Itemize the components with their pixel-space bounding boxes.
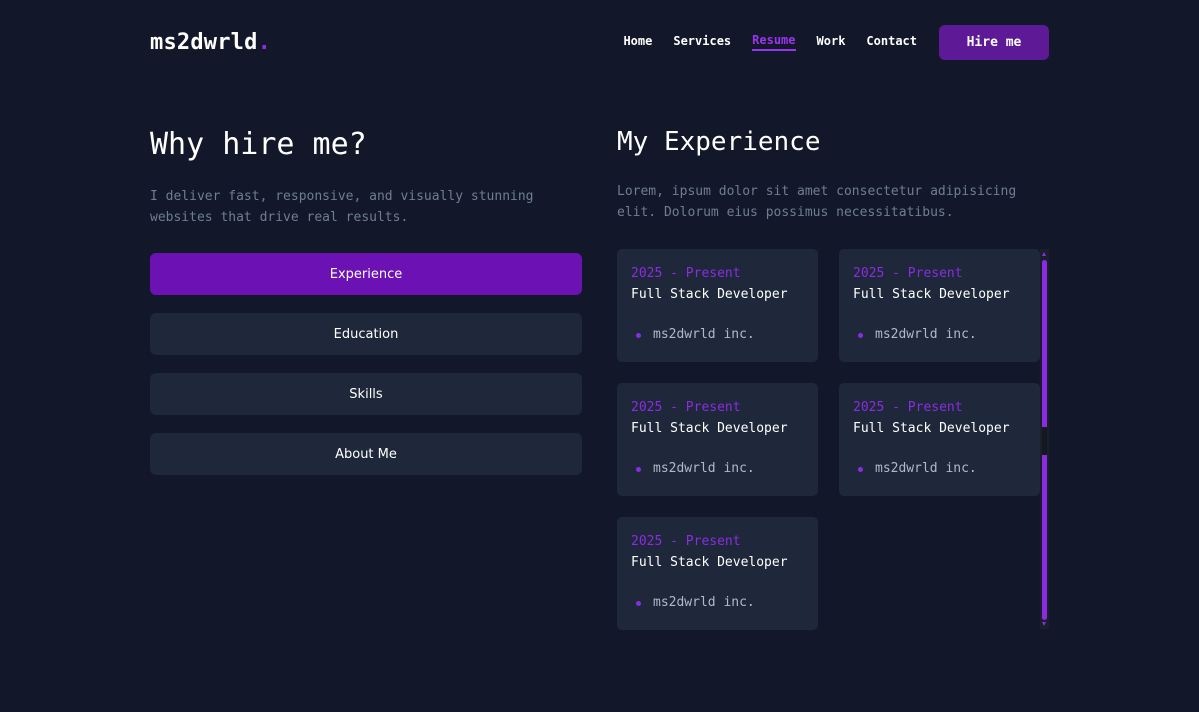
experience-card: 2025 - Present Full Stack Developer ms2d…	[839, 383, 1040, 496]
card-role: Full Stack Developer	[853, 421, 1010, 436]
tab-about-me[interactable]: About Me	[150, 433, 582, 475]
company-name: ms2dwrld inc.	[875, 327, 977, 342]
nav-services[interactable]: Services	[673, 34, 731, 50]
card-role: Full Stack Developer	[631, 287, 788, 302]
card-date: 2025 - Present	[853, 400, 963, 415]
bullet-icon	[858, 333, 863, 338]
card-company: ms2dwrld inc.	[631, 461, 804, 476]
bullet-icon	[636, 333, 641, 338]
tab-skills[interactable]: Skills	[150, 373, 582, 415]
card-date: 2025 - Present	[631, 400, 741, 415]
section-title: Why hire me?	[150, 127, 367, 162]
hire-me-button[interactable]: Hire me	[939, 24, 1049, 60]
experience-card: 2025 - Present Full Stack Developer ms2d…	[839, 249, 1040, 362]
site-header: ms2dwrld. Home Services Resume Work Cont…	[150, 24, 1049, 60]
scroll-up-arrow-icon[interactable]	[1042, 252, 1046, 256]
experience-card: 2025 - Present Full Stack Developer ms2d…	[617, 517, 818, 630]
card-company: ms2dwrld inc.	[853, 461, 1026, 476]
why-hire-section: Why hire me? I deliver fast, responsive,…	[150, 126, 582, 493]
bullet-icon	[636, 467, 641, 472]
bullet-icon	[636, 601, 641, 606]
card-company: ms2dwrld inc.	[853, 327, 1026, 342]
company-name: ms2dwrld inc.	[653, 327, 755, 342]
card-date: 2025 - Present	[631, 266, 741, 281]
company-name: ms2dwrld inc.	[653, 595, 755, 610]
scroll-down-arrow-icon[interactable]	[1042, 622, 1046, 626]
company-name: ms2dwrld inc.	[653, 461, 755, 476]
card-role: Full Stack Developer	[631, 555, 788, 570]
nav-resume[interactable]: Resume	[752, 33, 796, 51]
experience-title: My Experience	[617, 127, 821, 157]
experience-card: 2025 - Present Full Stack Developer ms2d…	[617, 383, 818, 496]
main-nav: Home Services Resume Work Contact Hire m…	[623, 24, 1049, 60]
card-company: ms2dwrld inc.	[631, 327, 804, 342]
company-name: ms2dwrld inc.	[875, 461, 977, 476]
resume-tabs: Experience Education Skills About Me	[150, 253, 582, 475]
nav-contact[interactable]: Contact	[866, 34, 917, 50]
logo-dot: .	[257, 29, 272, 55]
card-role: Full Stack Developer	[631, 421, 788, 436]
logo[interactable]: ms2dwrld.	[150, 30, 271, 55]
bullet-icon	[858, 467, 863, 472]
experience-scrollbar[interactable]	[1040, 249, 1049, 629]
tab-experience[interactable]: Experience	[150, 253, 582, 295]
section-description: I deliver fast, responsive, and visually…	[150, 189, 534, 225]
scrollbar-thumb[interactable]	[1042, 427, 1047, 455]
experience-section: My Experience Lorem, ipsum dolor sit ame…	[617, 126, 1049, 223]
card-company: ms2dwrld inc.	[631, 595, 804, 610]
nav-work[interactable]: Work	[817, 34, 846, 50]
logo-text: ms2dwrld	[150, 29, 258, 55]
nav-home[interactable]: Home	[623, 34, 652, 50]
card-date: 2025 - Present	[853, 266, 963, 281]
card-date: 2025 - Present	[631, 534, 741, 549]
experience-card: 2025 - Present Full Stack Developer ms2d…	[617, 249, 818, 362]
experience-list[interactable]: 2025 - Present Full Stack Developer ms2d…	[617, 249, 1049, 630]
tab-education[interactable]: Education	[150, 313, 582, 355]
card-role: Full Stack Developer	[853, 287, 1010, 302]
experience-description: Lorem, ipsum dolor sit amet consectetur …	[617, 184, 1017, 220]
